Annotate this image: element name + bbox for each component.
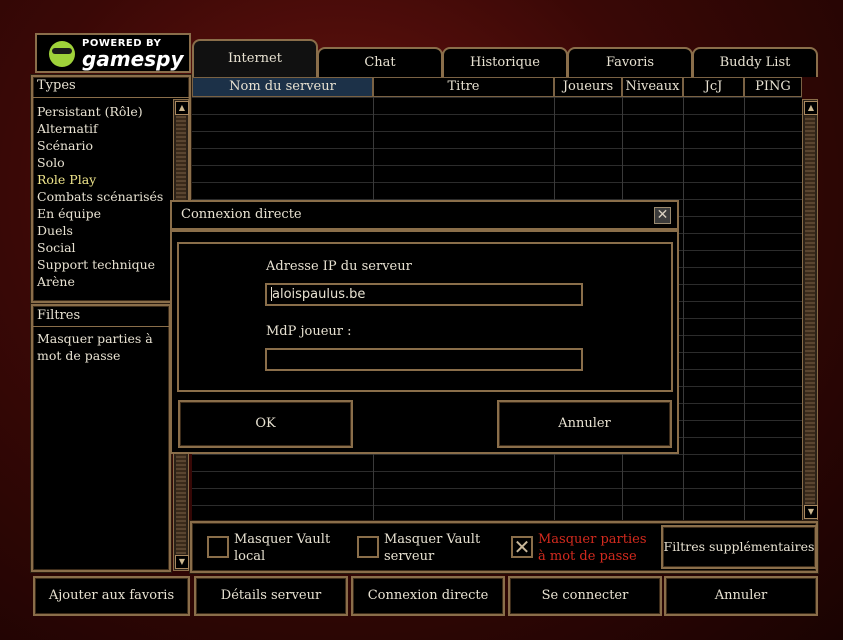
server-details-button[interactable]: Détails serveur [194,576,348,616]
grid-divider [683,97,684,521]
direct-connect-button[interactable]: Connexion directe [351,576,505,616]
ip-address-label: Adresse IP du serveur [266,259,412,274]
connect-button[interactable]: Se connecter [508,576,662,616]
extra-filters-button[interactable]: Filtres supplémentaires [661,525,817,569]
tab-historique[interactable]: Historique [442,47,568,77]
type-item[interactable]: Combats scénarisés [37,188,163,205]
filter-item-line2[interactable]: mot de passe [37,348,120,363]
hide-password-games-label-2: à mot de passe [538,549,637,564]
hide-password-games-checkbox[interactable]: ✕ [511,536,533,558]
ip-address-input[interactable]: aloispaulus.be [265,283,583,306]
type-item[interactable]: Solo [37,154,65,171]
types-divider [33,97,189,98]
arrow-down-icon[interactable]: ▼ [175,555,189,569]
hide-password-games-label-1: Masquer parties [538,532,647,547]
close-icon[interactable]: ✕ [654,207,671,224]
cancel-button[interactable]: Annuler [664,576,818,616]
tab-internet[interactable]: Internet [192,39,318,77]
arrow-down-icon[interactable]: ▼ [804,505,818,519]
tab-favoris[interactable]: Favoris [567,47,693,77]
type-item[interactable]: Social [37,239,76,256]
gamespy-logo: POWERED BY gamespy [35,33,191,73]
column-server-name[interactable]: Nom du serveur [192,77,373,97]
logo-brand: gamespy [82,47,184,71]
type-item[interactable]: Support technique [37,256,155,273]
type-item-selected[interactable]: Role Play [37,171,96,188]
password-input[interactable] [265,348,583,371]
dialog-cancel-button[interactable]: Annuler [497,400,672,448]
arrow-up-icon[interactable]: ▲ [175,101,189,115]
column-players[interactable]: Joueurs [554,77,622,97]
column-levels[interactable]: Niveaux [622,77,683,97]
gamespy-logo-icon [49,41,75,67]
hide-local-vault-label-1: Masquer Vault [234,532,331,547]
dialog-title: Connexion directe [181,207,302,222]
hide-server-vault-label-2: serveur [384,549,435,564]
server-list-scrollbar[interactable]: ▲ ▼ [802,99,818,521]
tab-buddy-list[interactable]: Buddy List [692,47,818,77]
column-pvp[interactable]: JcJ [683,77,744,97]
hide-local-vault-label-2: local [234,549,266,564]
ok-button[interactable]: OK [178,400,353,448]
column-ping[interactable]: PING [744,77,802,97]
arrow-up-icon[interactable]: ▲ [804,101,818,115]
type-item[interactable]: Persistant (Rôle) [37,103,143,120]
text-cursor [271,287,272,301]
column-title[interactable]: Titre [373,77,554,97]
type-item[interactable]: Scénario [37,137,93,154]
filters-divider [33,326,169,327]
type-item[interactable]: Alternatif [37,120,98,137]
hide-server-vault-label-1: Masquer Vault [384,532,481,547]
hide-server-vault-checkbox[interactable] [357,536,379,558]
x-mark-icon: ✕ [513,535,531,559]
scrollbar-track[interactable] [805,116,815,504]
password-label: MdP joueur : [266,324,352,339]
filter-item-line1[interactable]: Masquer parties à [37,331,153,346]
type-item[interactable]: En équipe [37,205,101,222]
hide-local-vault-checkbox[interactable] [207,536,229,558]
grid-divider [744,97,745,521]
filters-header: Filtres [37,308,81,323]
add-to-favorites-button[interactable]: Ajouter aux favoris [33,576,190,616]
type-item[interactable]: Arène [37,273,75,290]
tab-chat[interactable]: Chat [317,47,443,77]
types-header: Types [37,78,76,93]
type-item[interactable]: Duels [37,222,73,239]
